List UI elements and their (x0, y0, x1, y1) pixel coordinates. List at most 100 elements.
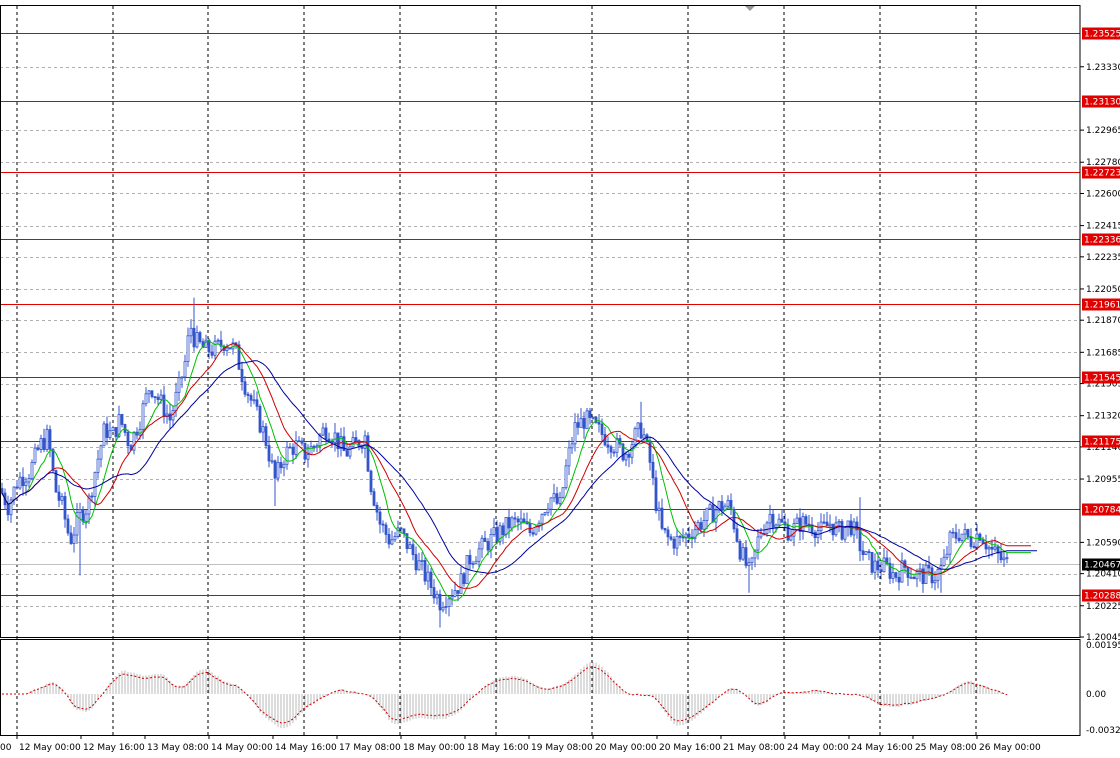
candle-body (801, 516, 805, 532)
candle-body (627, 453, 631, 458)
candle-body (144, 393, 148, 405)
candle-body (702, 520, 706, 530)
candle-body (66, 518, 70, 534)
candle-body (0, 488, 4, 494)
candle-body (561, 487, 565, 498)
candle-body (186, 335, 190, 362)
candle-body (534, 526, 538, 535)
candle-body (225, 347, 229, 351)
candle-body (273, 460, 277, 479)
chart-grid (0, 6, 1080, 735)
candle-body (456, 590, 460, 594)
candle-body (936, 569, 940, 581)
candle-body (924, 564, 928, 585)
candle-body (102, 423, 106, 447)
candle-body (240, 368, 244, 383)
chart-canvas[interactable]: 1.233301.229651.227801.226001.224151.222… (0, 0, 1120, 758)
candle-body (429, 571, 433, 588)
candle-body (609, 446, 613, 453)
candle-body (207, 339, 211, 353)
candle-body (951, 531, 955, 534)
candle-body (354, 437, 358, 441)
candle-body (489, 534, 493, 551)
candle-body (882, 557, 886, 573)
price-tick-label: 1.22050 (1086, 285, 1120, 295)
oscillator-axis-label: 0.001957 (1086, 641, 1120, 651)
candle-body (894, 572, 898, 578)
candle-body (870, 551, 874, 573)
candle-body (738, 540, 742, 560)
candle-body (774, 524, 778, 528)
candle-body (198, 332, 202, 343)
candle-body (447, 598, 451, 607)
candle-body (321, 427, 325, 436)
chart-frame (0, 5, 1081, 736)
time-tick-label: 18 May 00:00 (403, 743, 465, 753)
candle-body (183, 361, 187, 378)
time-label-cut: 00 (0, 743, 12, 753)
candle-body (84, 513, 88, 522)
candle-body (312, 445, 316, 448)
candle-body (108, 430, 112, 438)
candle-body (657, 507, 661, 511)
candle-body (564, 465, 568, 489)
candle-body (972, 546, 976, 548)
candle-body (660, 507, 664, 529)
candle-body (195, 332, 199, 348)
candle-body (948, 531, 952, 555)
candle-body (141, 403, 145, 430)
candle-body (147, 390, 151, 395)
candle-body (309, 445, 313, 455)
price-axis: 1.233301.229651.227801.226001.224151.222… (1080, 27, 1120, 736)
candle-body (612, 451, 616, 454)
candle-body (795, 517, 799, 524)
candle-body (663, 527, 667, 531)
level-label: 1.23525 (1084, 30, 1120, 40)
candle-body (399, 527, 403, 530)
candle-body (414, 554, 418, 571)
candle-body (987, 546, 991, 550)
candle-body (597, 422, 601, 425)
level-label: 1.20784 (1084, 506, 1120, 516)
candle-body (726, 499, 730, 507)
candle-body (381, 523, 385, 526)
candle-body (306, 454, 310, 460)
candle-body (255, 399, 259, 407)
candle-body (759, 532, 763, 538)
candle-body (366, 435, 370, 472)
candle-body (531, 532, 535, 535)
candle-body (153, 396, 157, 398)
candle-body (576, 422, 580, 428)
level-label: 1.20288 (1084, 592, 1120, 602)
candle-body (51, 448, 55, 471)
candle-body (96, 458, 100, 473)
candle-body (711, 504, 715, 523)
candle-body (27, 478, 31, 483)
candle-body (372, 491, 376, 506)
candle-body (441, 606, 445, 611)
candle-body (360, 446, 364, 449)
candle-body (513, 517, 517, 520)
candle-body (33, 447, 37, 463)
candle-body (945, 553, 949, 558)
price-tick-label: 1.20955 (1086, 475, 1120, 485)
candle-body (942, 556, 946, 566)
candle-body (963, 529, 967, 535)
candle-body (591, 416, 595, 419)
time-tick-label: 13 May 08:00 (147, 743, 209, 753)
candle-body (570, 443, 574, 449)
candle-body (756, 536, 760, 551)
time-tick-label: 26 May 00:00 (979, 743, 1041, 753)
price-tick-label: 1.22965 (1086, 126, 1120, 136)
candle-body (267, 445, 271, 462)
candle-body (369, 470, 373, 493)
candle-body (63, 496, 67, 520)
candle-body (549, 497, 553, 510)
candle-body (771, 513, 775, 528)
candle-body (768, 513, 772, 524)
time-tick-label: 20 May 00:00 (595, 743, 657, 753)
candle-body (192, 327, 196, 348)
candle-body (390, 539, 394, 545)
candle-body (162, 394, 166, 418)
candle-body (555, 493, 559, 504)
